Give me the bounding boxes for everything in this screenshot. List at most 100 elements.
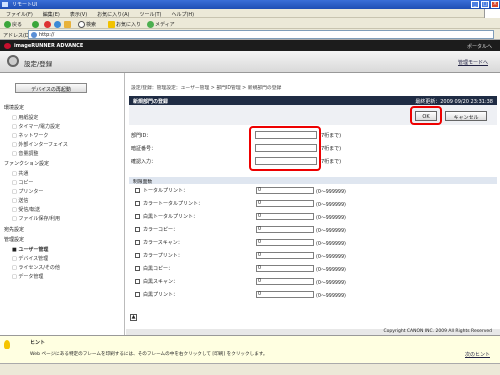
limit-row: カラープリント： bbox=[135, 252, 183, 259]
limit-input[interactable]: 0 bbox=[256, 278, 314, 285]
hint-text: Web ページにある特定のフレームを印刷するには、そのフレームの中を右クリックし… bbox=[30, 352, 268, 357]
limit-range: (0〜999999) bbox=[316, 216, 346, 221]
sidebar-item-data-management[interactable]: データ管理 bbox=[12, 273, 43, 280]
limit-checkbox[interactable] bbox=[135, 201, 140, 206]
forward-button[interactable] bbox=[30, 19, 42, 28]
limit-checkbox[interactable] bbox=[135, 227, 140, 232]
home-button[interactable] bbox=[62, 19, 74, 28]
limit-input[interactable]: 0 bbox=[256, 187, 314, 194]
limit-checkbox[interactable] bbox=[135, 240, 140, 245]
address-value: http:// bbox=[39, 32, 55, 38]
limit-input[interactable]: 0 bbox=[256, 226, 314, 233]
limit-input[interactable]: 0 bbox=[256, 213, 314, 220]
next-hint-link[interactable]: 次のヒント bbox=[465, 351, 490, 358]
refresh-icon bbox=[54, 21, 61, 28]
sidebar-item-common[interactable]: 共通 bbox=[12, 170, 28, 177]
limit-input[interactable]: 0 bbox=[256, 239, 314, 246]
sidebar-item-external-interface[interactable]: 外部インターフェイス bbox=[12, 141, 68, 148]
limit-range: (0〜999999) bbox=[316, 294, 346, 299]
sidebar-item-file-storage[interactable]: ファイル保存/利用 bbox=[12, 215, 60, 222]
page-header: 設定/登録 管理モードへ bbox=[0, 51, 500, 73]
sidebar-item-device-management[interactable]: デバイス管理 bbox=[12, 255, 48, 262]
menu-file[interactable]: ファイル(F) bbox=[0, 9, 37, 18]
limit-checkbox[interactable] bbox=[135, 214, 140, 219]
menu-help[interactable]: ヘルプ(H) bbox=[165, 9, 198, 18]
address-label: アドレス(D) bbox=[3, 33, 31, 39]
fields-highlight bbox=[249, 126, 321, 171]
limit-range: (0〜999999) bbox=[316, 242, 346, 247]
back-button[interactable]: 戻る bbox=[2, 19, 24, 28]
browser-toolbar: 戻る 検索 お気に入り メディア bbox=[0, 18, 500, 29]
limit-row: 白黒トータルプリント： bbox=[135, 213, 198, 220]
pin-label: 暗証番号： bbox=[131, 146, 157, 152]
star-icon bbox=[108, 21, 115, 28]
window-titlebar: リモートUI _ □ × bbox=[0, 0, 500, 9]
window-title: リモートUI bbox=[12, 2, 38, 8]
sidebar-item-send[interactable]: 送信 bbox=[12, 197, 28, 204]
address-bar: アドレス(D) http:// bbox=[0, 29, 500, 40]
menu-bar: ファイル(F) 編集(E) 表示(V) お気に入り(A) ツール(T) ヘルプ(… bbox=[0, 9, 500, 18]
page-top-icon[interactable]: ▲ bbox=[130, 314, 137, 321]
limit-checkbox[interactable] bbox=[135, 292, 140, 297]
sidebar-item-user-management[interactable]: ユーザー管理 bbox=[12, 246, 48, 253]
limit-checkbox[interactable] bbox=[135, 266, 140, 271]
search-button[interactable]: 検索 bbox=[76, 19, 98, 28]
sidebar-item-paper[interactable]: 用紙設定 bbox=[12, 114, 38, 121]
settings-gear-icon bbox=[7, 55, 19, 67]
limit-row: カラートータルプリント： bbox=[135, 200, 203, 207]
maximize-button[interactable]: □ bbox=[481, 1, 489, 8]
limit-input[interactable]: 0 bbox=[256, 200, 314, 207]
limit-checkbox[interactable] bbox=[135, 188, 140, 193]
sidebar-group-destination[interactable]: 宛先設定 bbox=[4, 226, 24, 233]
sidebar: デバイスの再起動 環境設定 用紙設定 タイマー/電力設定 ネットワーク 外部イン… bbox=[0, 73, 125, 335]
limit-row: 白黒プリント： bbox=[135, 291, 178, 298]
limit-range: (0〜999999) bbox=[316, 229, 346, 234]
limit-input[interactable]: 0 bbox=[256, 252, 314, 259]
stop-icon bbox=[44, 21, 51, 28]
canon-logo-icon bbox=[4, 43, 11, 49]
sidebar-group-environment[interactable]: 環境設定 bbox=[4, 104, 24, 111]
page-title: 設定/登録 bbox=[24, 60, 53, 68]
limit-row: カラースキャン： bbox=[135, 239, 183, 246]
confirm-note: (7桁まで) bbox=[319, 159, 342, 165]
action-area: OK キャンセル bbox=[129, 105, 497, 125]
device-restart-button[interactable]: デバイスの再起動 bbox=[15, 83, 87, 93]
cancel-button[interactable]: キャンセル bbox=[445, 111, 487, 121]
dept-id-note: (7桁まで) bbox=[319, 133, 342, 139]
brand-name: imageRUNNER ADVANCE bbox=[14, 43, 84, 49]
menu-favorites[interactable]: お気に入り(A) bbox=[91, 9, 133, 18]
menu-view[interactable]: 表示(V) bbox=[64, 9, 91, 18]
menu-tools[interactable]: ツール(T) bbox=[134, 9, 166, 18]
sidebar-item-timer[interactable]: タイマー/電力設定 bbox=[12, 123, 60, 130]
limit-input[interactable]: 0 bbox=[256, 291, 314, 298]
minimize-button[interactable]: _ bbox=[471, 1, 479, 8]
limit-checkbox[interactable] bbox=[135, 253, 140, 258]
limit-checkbox[interactable] bbox=[135, 279, 140, 284]
sidebar-item-receive[interactable]: 受信/転送 bbox=[12, 206, 40, 213]
limit-row: トータルプリント： bbox=[135, 187, 188, 194]
sidebar-group-function[interactable]: ファンクション設定 bbox=[4, 160, 49, 167]
media-button[interactable]: メディア bbox=[145, 19, 177, 28]
lightbulb-icon bbox=[4, 340, 10, 349]
admin-mode-link[interactable]: 管理モードへ bbox=[458, 59, 488, 66]
sidebar-item-printer[interactable]: プリンター bbox=[12, 188, 43, 195]
close-button[interactable]: × bbox=[491, 1, 499, 8]
address-input[interactable]: http:// bbox=[28, 30, 494, 39]
sidebar-item-network[interactable]: ネットワーク bbox=[12, 132, 48, 139]
portal-link[interactable]: ポータルへ bbox=[467, 43, 492, 50]
sidebar-item-license[interactable]: ライセンス/その他 bbox=[12, 264, 60, 271]
sidebar-item-volume[interactable]: 音量調整 bbox=[12, 150, 38, 157]
sidebar-item-copy[interactable]: コピー bbox=[12, 179, 33, 186]
limit-row: カラーコピー： bbox=[135, 226, 178, 233]
app-header: imageRUNNER ADVANCE ポータルへ bbox=[0, 40, 500, 51]
limit-range: (0〜999999) bbox=[316, 281, 346, 286]
limit-range: (0〜999999) bbox=[316, 203, 346, 208]
last-updated: 最終更新：2009 09/20 23:31:38 bbox=[415, 99, 493, 105]
limit-range: (0〜999999) bbox=[316, 268, 346, 273]
limit-input[interactable]: 0 bbox=[256, 265, 314, 272]
limit-range: (0〜999999) bbox=[316, 190, 346, 195]
dept-id-label: 部門ID： bbox=[131, 133, 152, 139]
menu-edit[interactable]: 編集(E) bbox=[37, 9, 64, 18]
sidebar-group-management[interactable]: 管理設定 bbox=[4, 236, 24, 243]
favorites-button[interactable]: お気に入り bbox=[106, 19, 143, 28]
